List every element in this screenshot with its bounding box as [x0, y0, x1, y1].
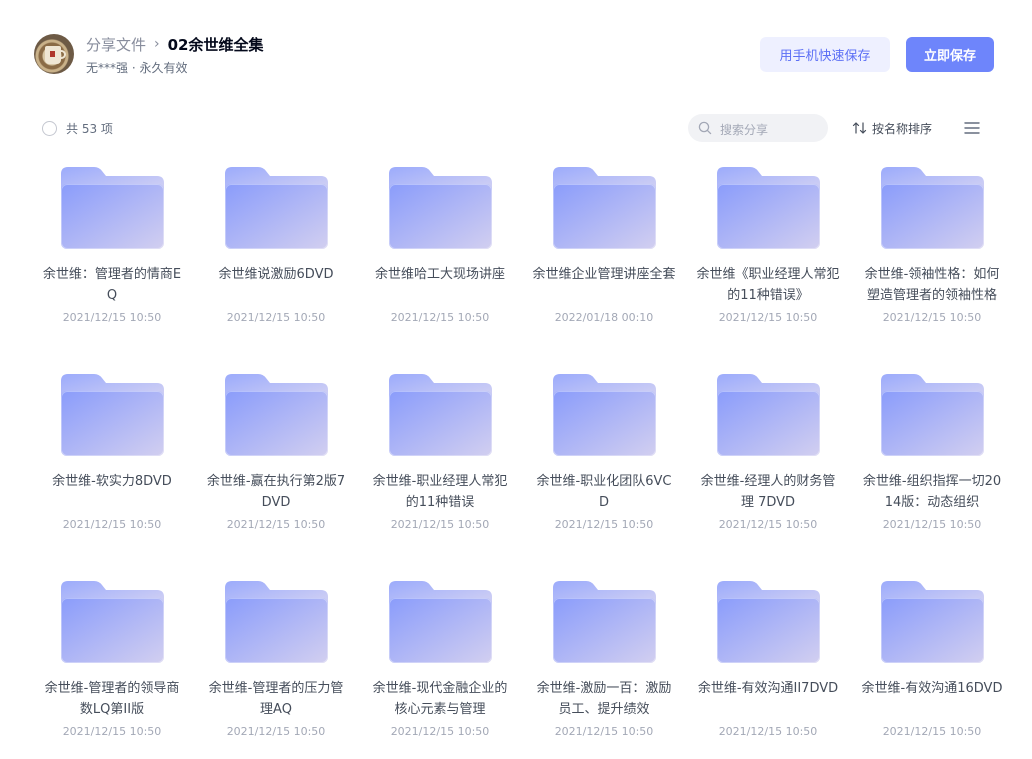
file-name: 余世维-赢在执行第2版7DVD [206, 474, 346, 510]
file-item[interactable]: 余世维-有效沟通II7DVD 2021/12/15 10:50 [686, 564, 850, 759]
file-date: 2021/12/15 10:50 [226, 311, 326, 324]
save-via-phone-button[interactable]: 用手机快速保存 [760, 37, 890, 72]
file-name: 余世维-软实力8DVD [52, 474, 172, 489]
file-item[interactable]: 余世维企业管理讲座全套 2022/01/18 00:10 [522, 150, 686, 350]
breadcrumb: 分享文件 › 02余世维全集 [86, 34, 264, 54]
sort-by-name-button[interactable]: 按名称排序 [852, 120, 932, 136]
folder-icon [389, 374, 492, 456]
share-meta: 无***强 · 永久有效 [86, 61, 188, 75]
cup-handle [60, 50, 66, 59]
list-view-icon[interactable] [964, 121, 980, 135]
file-name: 余世维-职业化团队6VCD [536, 474, 672, 510]
file-item[interactable]: 余世维-赢在执行第2版7DVD 2021/12/15 10:50 [194, 357, 358, 557]
page-title: 02余世维全集 [167, 35, 264, 54]
file-name: 余世维-管理者的压力管理AQ [208, 681, 344, 717]
search-placeholder: 搜索分享 [720, 123, 769, 137]
file-date: 2021/12/15 10:50 [718, 311, 818, 324]
file-name: 余世维说激励6DVD [218, 267, 334, 282]
file-item[interactable]: 余世维-有效沟通16DVD 2021/12/15 10:50 [850, 564, 1014, 759]
file-date: 2021/12/15 10:50 [882, 725, 982, 738]
file-date: 2021/12/15 10:50 [554, 725, 654, 738]
breadcrumb-root-link[interactable]: 分享文件 [86, 34, 146, 55]
folder-icon [225, 374, 328, 456]
folder-icon [553, 167, 656, 249]
sort-label: 按名称排序 [872, 121, 933, 136]
folder-icon [881, 581, 984, 663]
folder-icon [225, 167, 328, 249]
search-icon [698, 121, 712, 135]
file-date: 2021/12/15 10:50 [390, 518, 490, 531]
sharer-avatar [34, 34, 74, 74]
file-date: 2022/01/18 00:10 [554, 311, 654, 324]
file-item[interactable]: 余世维《职业经理人常犯的11种错误》 2021/12/15 10:50 [686, 150, 850, 350]
file-item[interactable]: 余世维-软实力8DVD 2021/12/15 10:50 [30, 357, 194, 557]
file-date: 2021/12/15 10:50 [882, 518, 982, 531]
file-name: 余世维：管理者的情商EQ [42, 267, 182, 303]
breadcrumb-separator-icon: › [154, 36, 160, 52]
file-item[interactable]: 余世维-激励一百：激励员工、提升绩效 2021/12/15 10:50 [522, 564, 686, 759]
share-header: 分享文件 › 02余世维全集 无***强 · 永久有效 用手机快速保存 立即保存 [0, 0, 1032, 100]
file-item[interactable]: 余世维-经理人的财务管理 7DVD 2021/12/15 10:50 [686, 357, 850, 557]
folder-icon [717, 374, 820, 456]
file-name: 余世维-有效沟通II7DVD [697, 681, 839, 696]
file-item[interactable]: 余世维-管理者的压力管理AQ 2021/12/15 10:50 [194, 564, 358, 759]
file-date: 2021/12/15 10:50 [62, 311, 162, 324]
file-item[interactable]: 余世维：管理者的情商EQ 2021/12/15 10:50 [30, 150, 194, 350]
file-name: 余世维《职业经理人常犯的11种错误》 [696, 267, 840, 303]
file-grid: 余世维：管理者的情商EQ 2021/12/15 10:50 余世维说激励6DVD 20… [30, 150, 1014, 759]
file-item[interactable]: 余世维-领袖性格：如何塑造管理者的领袖性格 2021/12/15 10:50 [850, 150, 1014, 350]
file-date: 2021/12/15 10:50 [554, 518, 654, 531]
folder-icon [389, 167, 492, 249]
file-date: 2021/12/15 10:50 [226, 725, 326, 738]
search-input[interactable]: 搜索分享 [688, 114, 828, 142]
folder-icon [61, 167, 164, 249]
file-name: 余世维企业管理讲座全套 [532, 267, 676, 282]
folder-icon [61, 581, 164, 663]
file-item[interactable]: 余世维-职业化团队6VCD 2021/12/15 10:50 [522, 357, 686, 557]
file-date: 2021/12/15 10:50 [62, 725, 162, 738]
file-date: 2021/12/15 10:50 [62, 518, 162, 531]
folder-icon [553, 374, 656, 456]
file-item[interactable]: 余世维-现代金融企业的核心元素与管理 2021/12/15 10:50 [358, 564, 522, 759]
file-name: 余世维-经理人的财务管理 7DVD [700, 474, 836, 510]
file-name: 余世维-激励一百：激励员工、提升绩效 [536, 681, 672, 717]
save-now-button[interactable]: 立即保存 [906, 37, 994, 72]
file-date: 2021/12/15 10:50 [390, 725, 490, 738]
item-count: 共 53 项 [66, 122, 113, 136]
file-date: 2021/12/15 10:50 [226, 518, 326, 531]
file-name: 余世维-职业经理人常犯的11种错误 [372, 474, 508, 510]
file-item[interactable]: 余世维说激励6DVD 2021/12/15 10:50 [194, 150, 358, 350]
file-date: 2021/12/15 10:50 [718, 518, 818, 531]
file-date: 2021/12/15 10:50 [390, 311, 490, 324]
folder-icon [717, 167, 820, 249]
file-name: 余世维-组织指挥一切2014版：动态组织 [862, 474, 1002, 510]
file-name: 余世维哈工大现场讲座 [374, 267, 505, 282]
file-item[interactable]: 余世维-管理者的领导商数LQ第II版 2021/12/15 10:50 [30, 564, 194, 759]
folder-icon [61, 374, 164, 456]
file-item[interactable]: 余世维-职业经理人常犯的11种错误 2021/12/15 10:50 [358, 357, 522, 557]
folder-icon [389, 581, 492, 663]
sort-arrows-icon [852, 122, 867, 134]
file-date: 2021/12/15 10:50 [718, 725, 818, 738]
file-name: 余世维-管理者的领导商数LQ第II版 [44, 681, 180, 717]
folder-icon [717, 581, 820, 663]
folder-icon [553, 581, 656, 663]
file-toolbar: 共 53 项 搜索分享 按名称排序 [0, 112, 1032, 144]
file-item[interactable]: 余世维哈工大现场讲座 2021/12/15 10:50 [358, 150, 522, 350]
file-item[interactable]: 余世维-组织指挥一切2014版：动态组织 2021/12/15 10:50 [850, 357, 1014, 557]
folder-icon [881, 374, 984, 456]
file-name: 余世维-有效沟通16DVD [861, 681, 1003, 696]
select-all-checkbox[interactable] [42, 121, 57, 136]
folder-icon [881, 167, 984, 249]
file-date: 2021/12/15 10:50 [882, 311, 982, 324]
folder-icon [225, 581, 328, 663]
file-name: 余世维-现代金融企业的核心元素与管理 [372, 681, 508, 717]
coffee-cup-icon [45, 46, 61, 64]
file-name: 余世维-领袖性格：如何塑造管理者的领袖性格 [864, 267, 1000, 303]
